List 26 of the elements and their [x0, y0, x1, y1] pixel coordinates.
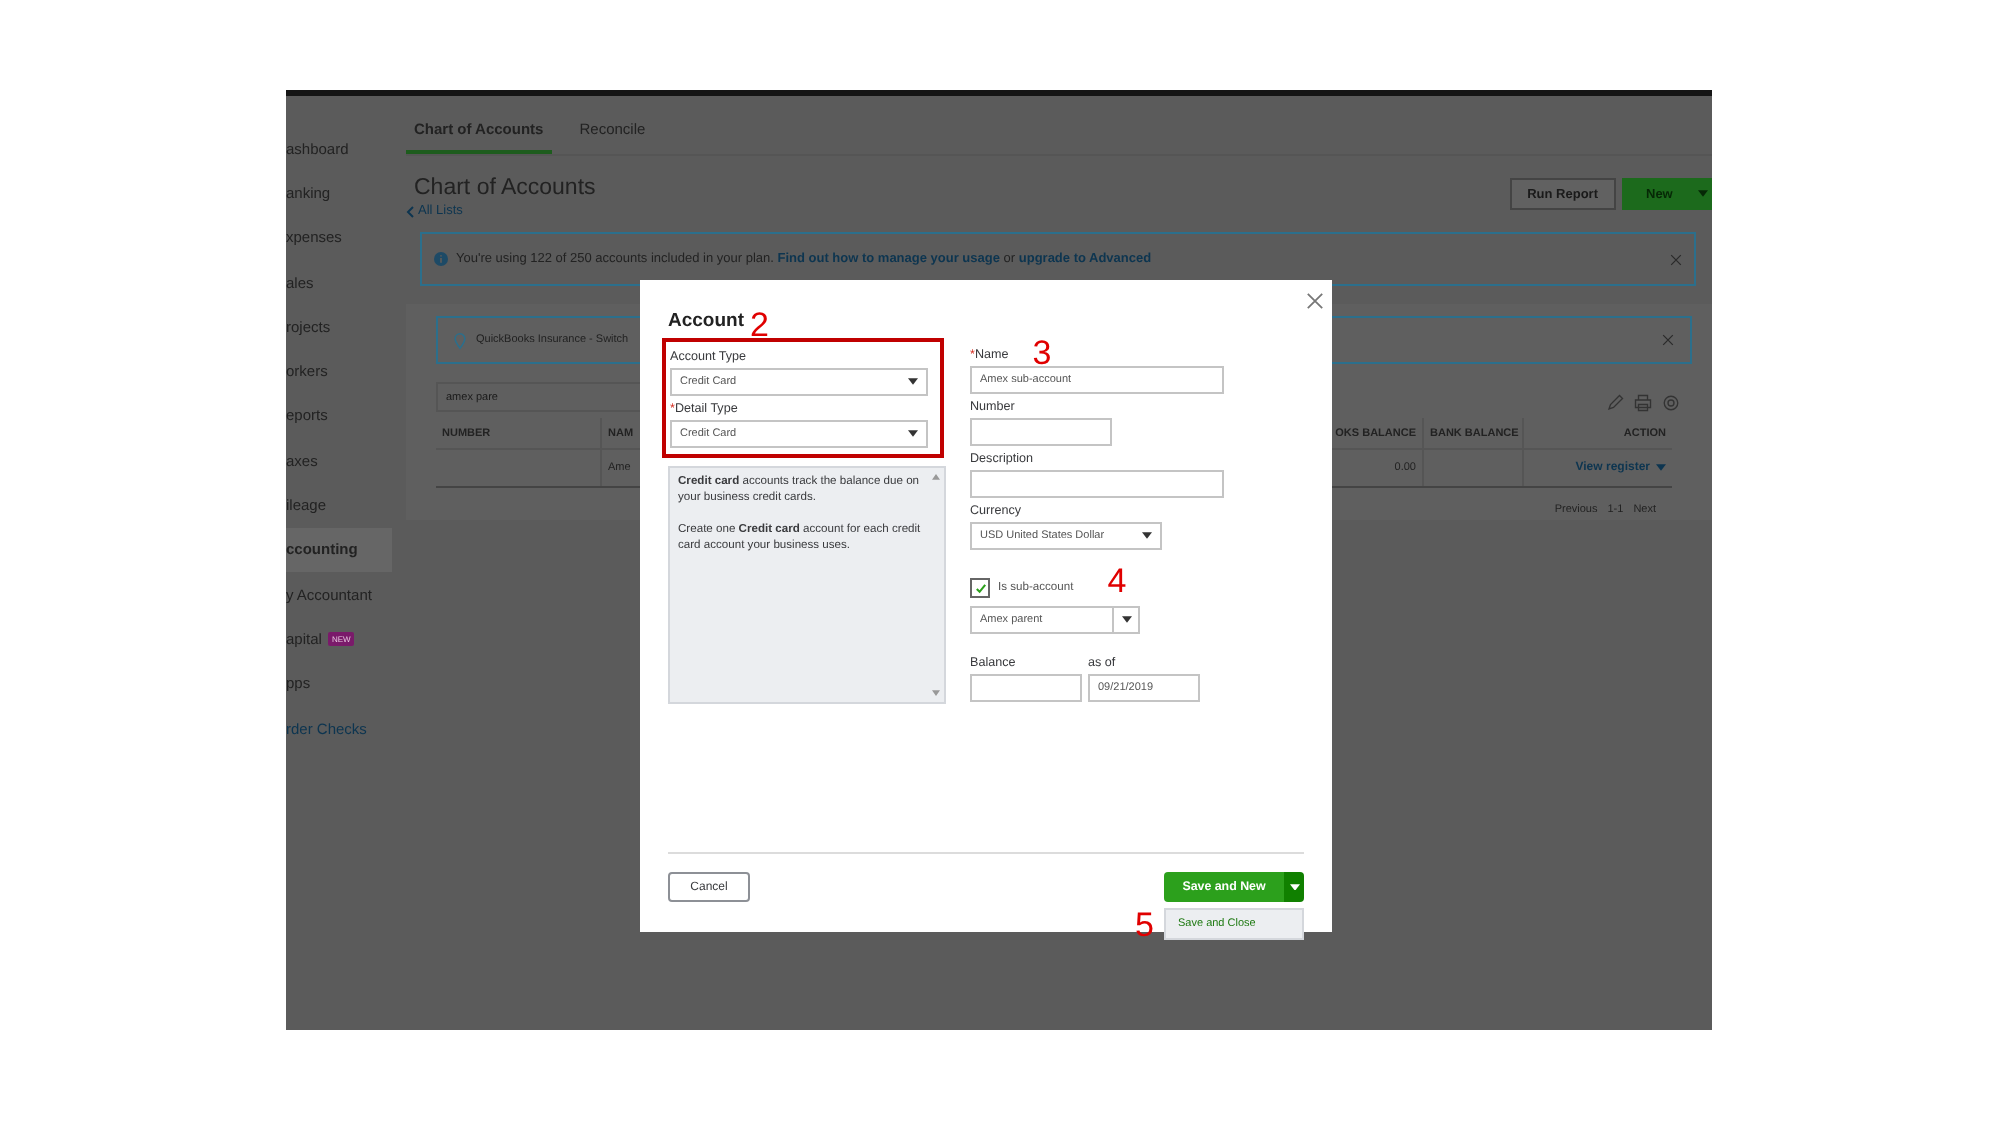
close-icon[interactable] — [1306, 292, 1324, 310]
caret-icon — [1142, 532, 1152, 540]
printer-icon[interactable] — [1634, 394, 1652, 412]
pencil-icon[interactable] — [1606, 394, 1624, 412]
number-field[interactable] — [970, 418, 1112, 446]
dropdown-button[interactable] — [1284, 872, 1304, 902]
caret-icon — [1121, 616, 1131, 624]
dialog-title: Account — [668, 310, 744, 332]
caret-icon — [1656, 464, 1666, 472]
annotation-number: 2 — [750, 308, 769, 342]
location-pin-icon — [454, 331, 466, 349]
caret-icon — [1698, 190, 1708, 198]
close-icon[interactable] — [1670, 253, 1682, 265]
close-icon[interactable] — [1662, 334, 1674, 346]
balance-field[interactable] — [970, 674, 1082, 702]
annotation-number: 4 — [1107, 563, 1127, 597]
info-icon — [434, 252, 448, 266]
caret-icon — [908, 378, 918, 386]
page-title: Chart of Accounts — [412, 176, 596, 200]
description-field[interactable] — [970, 470, 1224, 498]
caret-icon — [1289, 883, 1299, 891]
checkbox[interactable] — [970, 578, 990, 598]
chevron-left-icon — [406, 205, 414, 217]
caret-icon — [908, 430, 918, 438]
settings-icon[interactable] — [1662, 394, 1680, 412]
annotation-number: 3 — [1032, 336, 1052, 370]
